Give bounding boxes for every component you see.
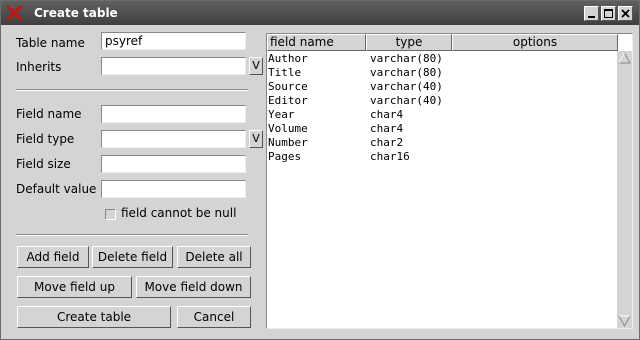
create-table-button[interactable]: Create table	[17, 306, 171, 328]
row-field-name: Volume	[268, 122, 308, 135]
table-row[interactable]: Pages char16	[268, 150, 410, 164]
window-title: Create table	[34, 6, 118, 20]
separator	[16, 89, 248, 91]
minimize-button[interactable]	[584, 6, 599, 21]
row-field-name: Year	[268, 108, 295, 121]
field-size-label: Field size	[16, 157, 71, 171]
table-name-input[interactable]: psyref	[101, 32, 246, 50]
close-button[interactable]	[618, 6, 633, 21]
row-field-type: varchar(80)	[370, 66, 443, 79]
column-header-options[interactable]: options	[452, 34, 618, 51]
inherits-input[interactable]	[101, 57, 246, 75]
row-field-name: Source	[268, 80, 308, 93]
table-row[interactable]: Editor varchar(40)	[268, 94, 443, 108]
row-field-name: Pages	[268, 150, 302, 163]
row-field-type: varchar(40)	[370, 80, 443, 93]
row-field-type: char4	[370, 108, 404, 121]
close-x-icon[interactable]	[6, 5, 22, 21]
add-field-button[interactable]: Add field	[17, 246, 89, 268]
not-null-checkbox[interactable]	[105, 209, 116, 220]
field-name-label: Field name	[16, 107, 82, 121]
row-field-type: char2	[370, 136, 404, 149]
inherits-dropdown-button[interactable]: V	[249, 57, 263, 75]
maximize-button[interactable]	[601, 6, 616, 21]
minimize-icon	[588, 15, 595, 18]
row-field-type: char16	[370, 150, 410, 163]
move-field-down-button[interactable]: Move field down	[136, 276, 251, 298]
row-field-type: varchar(40)	[370, 94, 443, 107]
column-header-type[interactable]: type	[366, 34, 452, 51]
table-row[interactable]: Source varchar(40)	[268, 80, 443, 94]
cancel-button[interactable]: Cancel	[177, 306, 251, 328]
column-header-field-name[interactable]: field name	[267, 34, 366, 51]
default-value-label: Default value	[16, 182, 97, 196]
table-row[interactable]: Number char2	[268, 136, 403, 150]
delete-all-button[interactable]: Delete all	[177, 246, 251, 268]
table-row[interactable]: Author varchar(80)	[268, 52, 443, 66]
row-field-name: Number	[268, 136, 308, 149]
table-row[interactable]: Year char4	[268, 108, 403, 122]
close-icon	[621, 9, 630, 18]
inherits-label: Inherits	[16, 60, 62, 74]
field-type-input[interactable]	[101, 130, 246, 148]
scroll-up-arrow-icon[interactable]	[617, 51, 632, 66]
vertical-scrollbar[interactable]	[617, 51, 632, 328]
field-type-label: Field type	[16, 132, 75, 146]
scroll-down-arrow-icon[interactable]	[617, 313, 632, 328]
separator	[16, 234, 248, 236]
field-type-dropdown-button[interactable]: V	[249, 130, 263, 148]
create-table-window: Create table Table name psyref Inherits …	[0, 0, 640, 340]
default-value-input[interactable]	[101, 180, 246, 198]
move-field-up-button[interactable]: Move field up	[17, 276, 132, 298]
table-name-label: Table name	[16, 36, 85, 50]
delete-field-button[interactable]: Delete field	[92, 246, 173, 268]
field-size-input[interactable]	[101, 155, 246, 173]
row-field-type: char4	[370, 122, 404, 135]
row-field-name: Title	[268, 66, 302, 79]
table-row[interactable]: Volume char4	[268, 122, 403, 136]
field-name-input[interactable]	[101, 105, 246, 123]
fields-list[interactable]: field name type options Author varchar(8…	[266, 33, 633, 329]
title-bar[interactable]: Create table	[1, 1, 639, 25]
maximize-icon	[604, 9, 613, 18]
not-null-label: field cannot be null	[121, 206, 237, 220]
table-row[interactable]: Title varchar(80)	[268, 66, 443, 80]
row-field-name: Editor	[268, 94, 308, 107]
row-field-type: varchar(80)	[370, 52, 443, 65]
row-field-name: Author	[268, 52, 308, 65]
